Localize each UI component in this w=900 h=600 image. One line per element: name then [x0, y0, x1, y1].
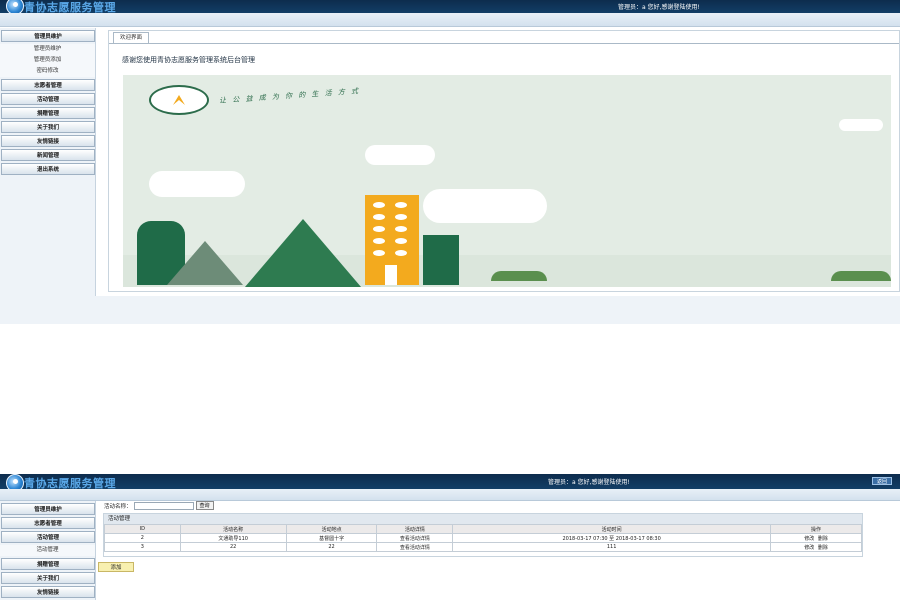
- col-place: 活动地点: [285, 524, 378, 534]
- app-title-2: 青协志愿服务管理: [24, 477, 116, 489]
- edit-link[interactable]: 修改: [804, 545, 814, 551]
- cell-place: 22: [285, 542, 378, 552]
- top-header-2: 青协志愿服务管理 管理员：a 您好,感谢登陆使用! 返回: [0, 474, 900, 489]
- cell-actions: 修改 删除: [770, 542, 862, 552]
- tree-shape: [167, 241, 243, 285]
- delete-link[interactable]: 删除: [818, 545, 828, 551]
- building-shape: [365, 195, 419, 285]
- cell-time: 2018-03-17 07:30 至 2018-03-17 08:30: [452, 533, 772, 543]
- sidebar-item-volunteers[interactable]: 志愿者管理: [1, 79, 95, 91]
- sidebar-item-volunteers-2[interactable]: 志愿者管理: [1, 517, 95, 529]
- search-button[interactable]: 查询: [195, 501, 214, 510]
- admin-greeting-2: 管理员：a 您好,感谢登陆使用!: [548, 479, 630, 486]
- table-header-row: ID 活动名称 活动地点 活动详情 活动时间 操作: [104, 524, 862, 534]
- sub-bar: [0, 13, 900, 27]
- app-logo-icon: [6, 0, 24, 13]
- sidebar-item-admin-maintenance-2[interactable]: 管理员维护: [1, 503, 95, 515]
- sidebar-sub-activities-2[interactable]: 活动管理: [0, 545, 95, 556]
- welcome-illustration: 让 公 益 成 为 你 的 生 活 方 式: [123, 75, 891, 287]
- emblem-mark-icon: [173, 95, 185, 105]
- tab-divider: [109, 43, 899, 44]
- app-logo-icon: [6, 474, 24, 489]
- sidebar-item-donations[interactable]: 捐赠管理: [1, 107, 95, 119]
- screen1-bottom-area: [0, 296, 900, 324]
- cloud-shape: [365, 145, 435, 165]
- sidebar-item-logout[interactable]: 退出系统: [1, 163, 95, 175]
- sidebar: 管理员维护 管理员维护 管理员添加 密码修改 志愿者管理 活动管理 捐赠管理 关…: [0, 28, 96, 324]
- cell-id: 3: [104, 542, 181, 552]
- cell-detail-link[interactable]: 查看活动详情: [376, 542, 454, 552]
- grass-shape: [491, 271, 547, 281]
- search-input[interactable]: [133, 501, 194, 510]
- search-bar: 活动名称： 查询: [104, 501, 214, 510]
- sidebar-sub-admin-add[interactable]: 管理员添加: [0, 55, 95, 66]
- cloud-shape: [839, 119, 883, 131]
- tree-shape: [233, 219, 373, 287]
- sidebar-sub-admin-maintenance[interactable]: 管理员维护: [0, 44, 95, 55]
- emblem-icon: [149, 85, 209, 115]
- cell-actions: 修改 删除: [770, 533, 862, 543]
- sidebar-item-about-2[interactable]: 关于我们: [1, 572, 95, 584]
- sidebar-item-links-2[interactable]: 友情链接: [1, 586, 95, 598]
- activity-panel: 活动管理 ID 活动名称 活动地点 活动详情 活动时间 操作 2 文通助导110…: [103, 513, 863, 557]
- sidebar-item-activities-2[interactable]: 活动管理: [1, 531, 95, 543]
- grass-shape: [831, 271, 891, 281]
- window-pattern-icon: [373, 202, 407, 285]
- cell-time: 111: [452, 542, 772, 552]
- search-label: 活动名称：: [104, 503, 132, 510]
- panel-title: 活动管理: [104, 514, 862, 524]
- top-header: 青协志愿服务管理 管理员：a 您好,感谢登陆使用!: [0, 0, 900, 13]
- welcome-text: 感谢您使用青协志愿服务管理系统后台管理: [122, 56, 255, 64]
- edit-link[interactable]: 修改: [804, 536, 814, 542]
- col-name: 活动名称: [179, 524, 287, 534]
- activity-table: ID 活动名称 活动地点 活动详情 活动时间 操作 2 文通助导110 基督圆十…: [104, 524, 862, 552]
- admin-greeting: 管理员：a 您好,感谢登陆使用!: [618, 4, 700, 11]
- sidebar-item-news[interactable]: 新闻管理: [1, 149, 95, 161]
- sidebar-item-activities[interactable]: 活动管理: [1, 93, 95, 105]
- cloud-shape: [423, 189, 547, 223]
- app-title: 青协志愿服务管理: [24, 1, 116, 13]
- table-row: 2 文通助导110 基督圆十字 查看活动详情 2018-03-17 07:30 …: [104, 533, 862, 543]
- back-button[interactable]: 返回: [872, 477, 892, 485]
- col-detail: 活动详情: [376, 524, 454, 534]
- building-shape: [423, 235, 459, 285]
- sidebar-item-donations-2[interactable]: 捐赠管理: [1, 558, 95, 570]
- sidebar-item-about[interactable]: 关于我们: [1, 121, 95, 133]
- sub-bar-2: [0, 489, 900, 501]
- table-row: 3 22 22 查看活动详情 111 修改 删除: [104, 542, 862, 552]
- cell-name: 文通助导110: [179, 533, 287, 543]
- sidebar-item-links[interactable]: 友情链接: [1, 135, 95, 147]
- sidebar-sub-password-change[interactable]: 密码修改: [0, 66, 95, 77]
- main-content: 欢迎界面 感谢您使用青协志愿服务管理系统后台管理 让 公 益 成 为 你 的 生…: [108, 30, 900, 292]
- slogan-text: 让 公 益 成 为 你 的 生 活 方 式: [218, 87, 361, 105]
- col-actions: 操作: [770, 524, 862, 534]
- add-button[interactable]: 添加: [98, 562, 134, 572]
- cell-detail-link[interactable]: 查看活动详情: [376, 533, 454, 543]
- col-id: ID: [104, 524, 181, 534]
- cell-name: 22: [179, 542, 287, 552]
- col-time: 活动时间: [452, 524, 772, 534]
- cloud-shape: [149, 171, 245, 197]
- delete-link[interactable]: 删除: [818, 536, 828, 542]
- sidebar-item-admin-maintenance[interactable]: 管理员维护: [1, 30, 95, 42]
- sidebar-2: 管理员维护 志愿者管理 活动管理 活动管理 捐赠管理 关于我们 友情链接: [0, 501, 96, 600]
- cell-id: 2: [104, 533, 181, 543]
- tab-welcome[interactable]: 欢迎界面: [113, 32, 150, 43]
- cell-place: 基督圆十字: [285, 533, 378, 543]
